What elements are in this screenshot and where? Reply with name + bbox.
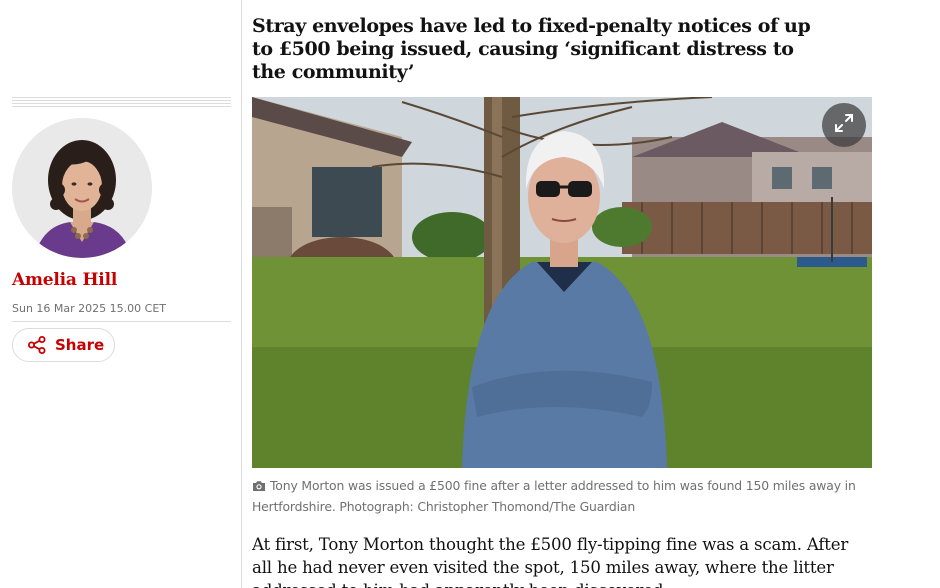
- author-name[interactable]: Amelia Hill: [12, 270, 117, 290]
- share-label: Share: [55, 336, 105, 354]
- publish-date: Sun 16 Mar 2025 15.00 CET: [12, 302, 166, 315]
- section-rule-lines: [12, 97, 231, 109]
- image-caption-text: Tony Morton was issued a £500 fine after…: [252, 478, 856, 514]
- expand-icon: [833, 112, 855, 138]
- expand-image-button[interactable]: [822, 103, 866, 147]
- image-caption: Tony Morton was issued a £500 fine after…: [252, 476, 876, 516]
- divider: [12, 321, 231, 322]
- article-body-paragraph: At first, Tony Morton thought the £500 f…: [252, 535, 849, 588]
- article-standfirst: Stray envelopes have led to fixed-penalt…: [252, 15, 811, 83]
- share-icon: [27, 336, 47, 354]
- camera-icon: [252, 478, 266, 497]
- author-avatar: [12, 118, 152, 258]
- article-main-image[interactable]: [252, 97, 872, 468]
- meta-column: Amelia Hill Sun 16 Mar 2025 15.00 CET Sh…: [0, 0, 242, 588]
- share-button[interactable]: Share: [12, 328, 115, 362]
